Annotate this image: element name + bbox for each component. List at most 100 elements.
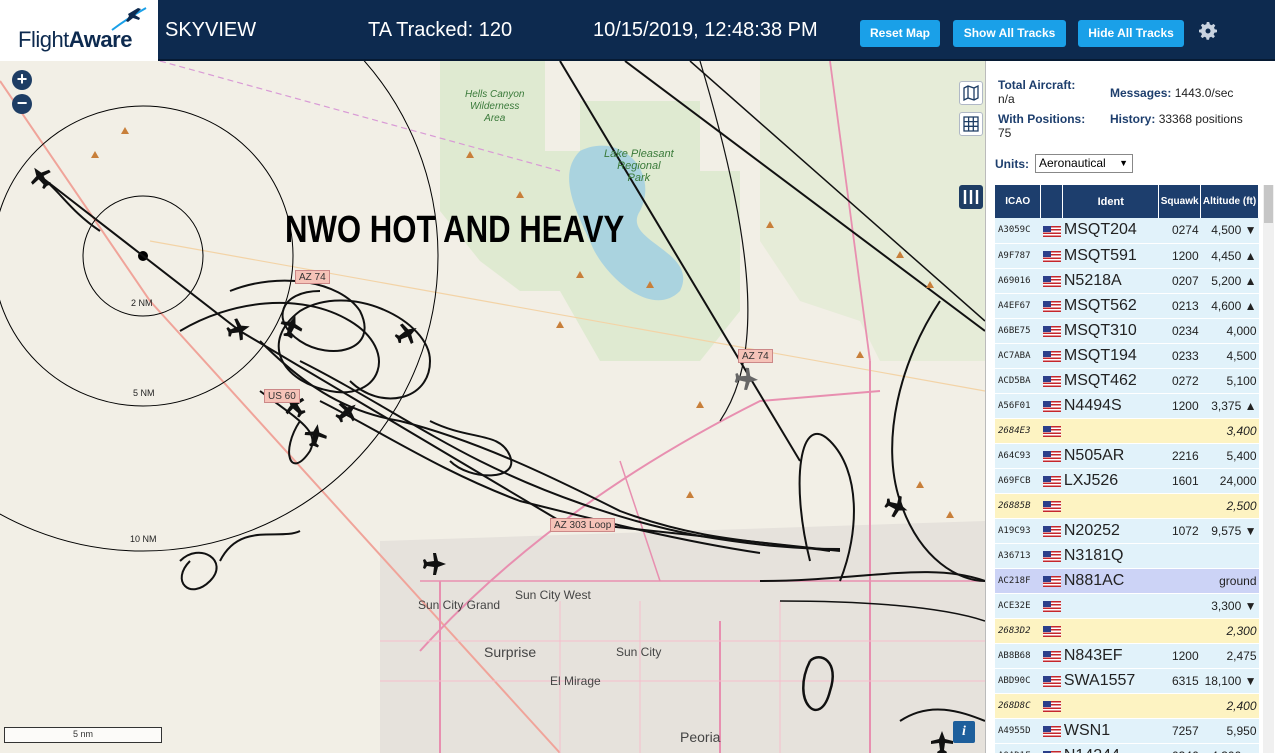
column-altitude[interactable]: Altitude (ft) — [1200, 185, 1259, 218]
table-row[interactable]: A69FCB LXJ526 1601 24,000 — [995, 468, 1259, 494]
table-row[interactable]: 268D8C 2,400 — [995, 693, 1259, 719]
with-positions-stat: With Positions: 75 — [998, 112, 1086, 140]
zoom-in-button[interactable]: + — [12, 70, 32, 90]
aircraft-panel: Total Aircraft: n/a With Positions: 75 Mes… — [985, 61, 1275, 753]
table-row[interactable]: 2683D2 2,300 — [995, 618, 1259, 644]
column-flag[interactable] — [1040, 185, 1064, 218]
column-squawk[interactable]: Squawk — [1158, 185, 1202, 218]
aircraft-table: ICAO Ident Squawk Altitude (ft) A3059C MS… — [995, 185, 1259, 753]
map-icon — [963, 85, 979, 101]
info-button[interactable]: i — [953, 721, 975, 743]
map-grid-button[interactable] — [959, 112, 983, 136]
table-row[interactable]: 26885B 2,500 — [995, 493, 1259, 519]
zoom-out-button[interactable]: − — [12, 94, 32, 114]
column-icao[interactable]: ICAO — [995, 185, 1042, 218]
altitude-cell: 5,100 — [1200, 368, 1259, 394]
columns-icon — [963, 190, 979, 204]
altitude-cell: 24,000 — [1200, 468, 1259, 494]
squawk-cell: 0346 — [1158, 743, 1201, 753]
gear-icon[interactable] — [1196, 19, 1220, 43]
reset-map-button[interactable]: Reset Map — [860, 20, 940, 47]
us-flag-icon — [1042, 700, 1061, 712]
tracked-count: TA Tracked: 120 — [368, 19, 513, 41]
icao-cell: A69FCB — [995, 468, 1041, 494]
table-row[interactable]: A64C93 N505AR 2216 5,400 — [995, 443, 1259, 469]
flag-cell — [1040, 268, 1063, 294]
ident-cell — [1062, 593, 1159, 619]
icao-cell: ACD5BA — [995, 368, 1041, 394]
column-ident[interactable]: Ident — [1062, 185, 1160, 218]
squawk-cell — [1158, 618, 1201, 644]
ident-cell: N843EF — [1062, 643, 1159, 669]
table-row[interactable]: AC218F N881AC ground — [995, 568, 1259, 594]
us-flag-icon — [1042, 225, 1061, 237]
icao-cell: A6BE75 — [995, 318, 1041, 344]
icao-cell: ABD90C — [995, 668, 1041, 694]
altitude-cell: 2,475 — [1200, 643, 1259, 669]
table-row[interactable]: 2684E3 3,400 — [995, 418, 1259, 444]
map-layers-button[interactable] — [959, 81, 983, 105]
altitude-cell: 2,500 — [1200, 493, 1259, 519]
squawk-cell: 1072 — [1158, 518, 1201, 544]
road-shield-az303: AZ 303 Loop — [550, 518, 616, 532]
flag-cell — [1040, 718, 1063, 744]
history-stat: History: 33368 positions — [1110, 112, 1243, 126]
place-el-mirage: El Mirage — [550, 674, 601, 688]
show-all-tracks-button[interactable]: Show All Tracks — [953, 20, 1066, 47]
us-flag-icon — [1042, 625, 1061, 637]
flag-cell — [1040, 368, 1063, 394]
ident-cell: N505AR — [1062, 443, 1159, 469]
table-row[interactable]: AB8B68 N843EF 1200 2,475 — [995, 643, 1259, 669]
squawk-cell: 2216 — [1158, 443, 1201, 469]
icao-cell: 2684E3 — [995, 418, 1041, 444]
road-shield-az74-east: AZ 74 — [738, 349, 773, 363]
squawk-cell: 0233 — [1158, 343, 1201, 369]
units-select[interactable]: Aeronautical — [1035, 154, 1133, 173]
flag-cell — [1040, 343, 1063, 369]
road-shield-az74: AZ 74 — [295, 270, 330, 284]
us-flag-icon — [1042, 725, 1061, 737]
icao-cell: A69016 — [995, 268, 1041, 294]
table-row[interactable]: A69016 N5218A 0207 5,200 ▲ — [995, 268, 1259, 294]
map-view[interactable]: + − NWO HOT AND HEAVY 2 NM 5 NM 10 NM AZ… — [0, 61, 985, 753]
table-row[interactable]: A9F787 MSQT591 1200 4,450 ▲ — [995, 243, 1259, 269]
toggle-columns-button[interactable] — [959, 185, 983, 209]
squawk-cell — [1158, 693, 1201, 719]
flag-cell — [1040, 643, 1063, 669]
hide-all-tracks-button[interactable]: Hide All Tracks — [1078, 20, 1184, 47]
ident-cell: N4494S — [1062, 393, 1159, 419]
table-row[interactable]: ACE32E 3,300 ▼ — [995, 593, 1259, 619]
table-row[interactable]: A56F01 N4494S 1200 3,375 ▲ — [995, 393, 1259, 419]
us-flag-icon — [1042, 450, 1061, 462]
us-flag-icon — [1042, 600, 1061, 612]
table-row[interactable]: A3059C MSQT204 0274 4,500 ▼ — [995, 218, 1259, 244]
flightaware-logo[interactable]: FlightAware — [0, 0, 158, 61]
map-scale-bar: 5 nm — [4, 727, 162, 743]
scrollbar-thumb[interactable] — [1264, 185, 1273, 223]
table-row[interactable]: A19C93 N20252 1072 9,575 ▼ — [995, 518, 1259, 544]
icao-cell: AC7ABA — [995, 343, 1041, 369]
table-row[interactable]: A4EF67 MSQT562 0213 4,600 ▲ — [995, 293, 1259, 319]
us-flag-icon — [1042, 475, 1061, 487]
table-row[interactable]: ABD90C SWA1557 6315 18,100 ▼ — [995, 668, 1259, 694]
table-row[interactable]: AC7ABA MSQT194 0233 4,500 — [995, 343, 1259, 369]
current-datetime: 10/15/2019, 12:48:38 PM — [593, 19, 818, 41]
ident-cell — [1062, 493, 1159, 519]
ident-cell: N3181Q — [1062, 543, 1159, 569]
table-row[interactable]: A0AD1F N1424403464,300 ▼ — [995, 743, 1259, 753]
grid-icon — [963, 116, 979, 132]
icao-cell: AC218F — [995, 568, 1041, 594]
table-row[interactable]: ACD5BA MSQT462 0272 5,100 — [995, 368, 1259, 394]
ident-cell: MSQT591 — [1062, 243, 1159, 269]
table-row[interactable]: A36713 N3181Q — [995, 543, 1259, 569]
icao-cell: A56F01 — [995, 393, 1041, 419]
us-flag-icon — [1042, 300, 1061, 312]
squawk-cell: 0272 — [1158, 368, 1201, 394]
icao-cell: AB8B68 — [995, 643, 1041, 669]
table-row[interactable]: A6BE75 MSQT310 0234 4,000 — [995, 318, 1259, 344]
icao-cell: 268D8C — [995, 693, 1041, 719]
us-flag-icon — [1042, 375, 1061, 387]
table-row[interactable]: A4955D WSN1 7257 5,950 — [995, 718, 1259, 744]
altitude-cell: 2,300 — [1200, 618, 1259, 644]
table-scrollbar[interactable] — [1263, 185, 1274, 753]
